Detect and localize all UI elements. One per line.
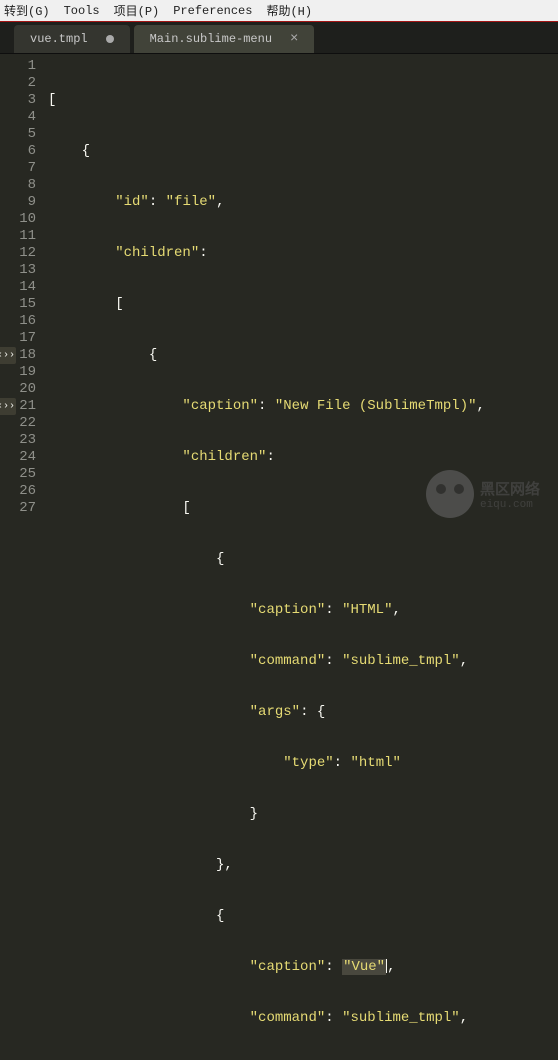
dirty-indicator-icon: [106, 35, 114, 43]
line-number: 9: [0, 194, 36, 211]
line-number: 19: [0, 364, 36, 381]
line-number: 5: [0, 126, 36, 143]
tabbar: vue.tmpl Main.sublime-menu ×: [0, 22, 558, 54]
code-line: "children":: [48, 245, 558, 262]
code-line: "caption": "New File (SublimeTmpl)",: [48, 398, 558, 415]
code-line: },: [48, 857, 558, 874]
code-line: [: [48, 92, 558, 109]
gutter: 1 2 3 4 5 6 7 8 9 10 11 12 13 14 15 16 1…: [0, 54, 48, 530]
tab-vue-tmpl[interactable]: vue.tmpl: [14, 25, 130, 53]
line-number: 11: [0, 228, 36, 245]
code-line: "children":: [48, 449, 558, 466]
code-line: }: [48, 806, 558, 823]
line-number: 25: [0, 466, 36, 483]
line-number: 23: [0, 432, 36, 449]
menu-help[interactable]: 帮助(H): [266, 2, 312, 19]
code-line: "command": "sublime_tmpl",: [48, 1010, 558, 1027]
line-number: 20: [0, 381, 36, 398]
menubar: 转到(G) Tools 项目(P) Preferences 帮助(H): [0, 0, 558, 22]
line-number: 22: [0, 415, 36, 432]
line-number: 1: [0, 58, 36, 75]
code-line: {: [48, 143, 558, 160]
code-line: [: [48, 500, 558, 517]
code-line: "caption": "HTML",: [48, 602, 558, 619]
code-line: [: [48, 296, 558, 313]
line-number: 12: [0, 245, 36, 262]
line-number: 14: [0, 279, 36, 296]
line-number: 7: [0, 160, 36, 177]
modified-mark-icon: ‹››: [0, 347, 16, 364]
line-number: 15: [0, 296, 36, 313]
modified-mark-icon: ‹››: [0, 398, 16, 415]
tab-label: Main.sublime-menu: [150, 32, 272, 46]
line-number: ‹››21: [0, 398, 36, 415]
code-area[interactable]: [ { "id": "file", "children": [ { "capti…: [48, 54, 558, 530]
line-number: 17: [0, 330, 36, 347]
code-line: {: [48, 908, 558, 925]
menu-project[interactable]: 项目(P): [114, 2, 160, 19]
line-number: 27: [0, 500, 36, 517]
code-line: "caption": "Vue",: [48, 959, 558, 976]
line-number: 13: [0, 262, 36, 279]
code-line: "command": "sublime_tmpl",: [48, 653, 558, 670]
code-line: "args": {: [48, 704, 558, 721]
menu-goto[interactable]: 转到(G): [4, 2, 50, 19]
line-number: 8: [0, 177, 36, 194]
line-number: 16: [0, 313, 36, 330]
line-number: 26: [0, 483, 36, 500]
editor[interactable]: 1 2 3 4 5 6 7 8 9 10 11 12 13 14 15 16 1…: [0, 54, 558, 530]
menu-preferences[interactable]: Preferences: [173, 4, 252, 18]
close-icon[interactable]: ×: [290, 32, 298, 46]
line-number: 10: [0, 211, 36, 228]
line-number: 6: [0, 143, 36, 160]
line-number: 3: [0, 92, 36, 109]
code-line: {: [48, 347, 558, 364]
code-line: "id": "file",: [48, 194, 558, 211]
line-number: ‹››18: [0, 347, 36, 364]
tab-label: vue.tmpl: [30, 32, 88, 46]
line-number: 24: [0, 449, 36, 466]
code-line: {: [48, 551, 558, 568]
line-number: 2: [0, 75, 36, 92]
code-line: "type": "html": [48, 755, 558, 772]
line-number: 4: [0, 109, 36, 126]
menu-tools[interactable]: Tools: [64, 4, 100, 18]
tab-main-sublime-menu[interactable]: Main.sublime-menu ×: [134, 25, 315, 53]
